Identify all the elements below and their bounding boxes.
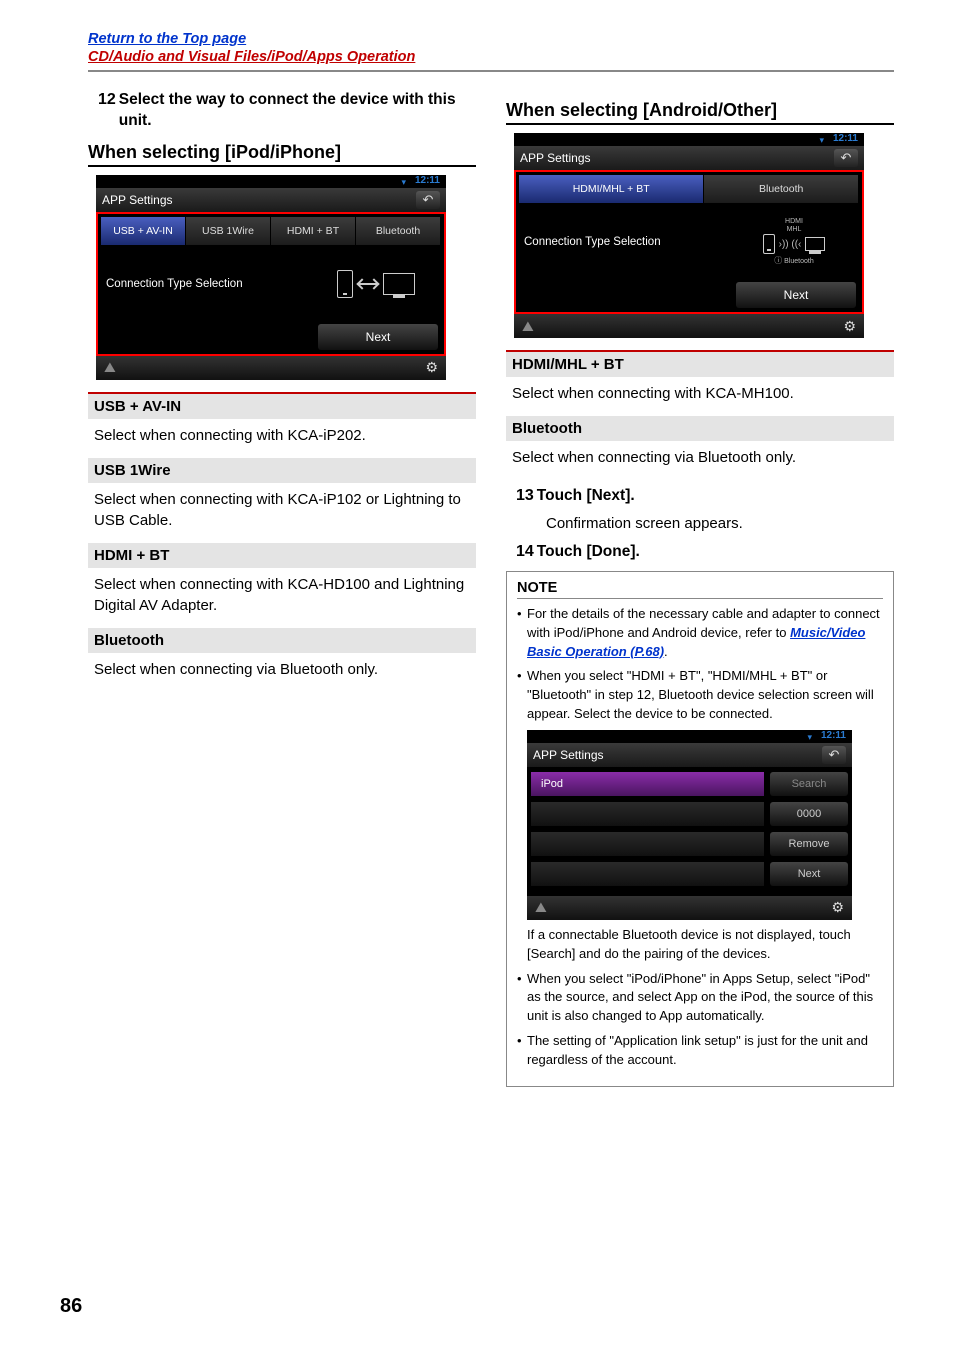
wifi-icon: ▾ [401,177,406,188]
back-icon[interactable]: ↶ [822,746,846,764]
tab-bluetooth[interactable]: Bluetooth [704,175,859,203]
param-head-hdmi-mhl-bt: HDMI/MHL + BT [506,350,894,377]
connection-illustration [316,259,436,309]
wifi-icon: ▾ [807,732,812,743]
note-box: NOTE For the details of the necessary ca… [506,571,894,1087]
bluetooth-label: ⓘ Bluetooth [774,255,814,266]
highlight-box: USB + AV-IN USB 1Wire HDMI + BT Bluetoot… [96,212,446,356]
gear-icon[interactable]: ⚙ [831,899,844,916]
phone-icon [337,270,353,298]
param-head-bluetooth-r: Bluetooth [506,416,894,441]
step-12-text: Select the way to connect the device wit… [119,90,476,132]
device-screenshot-bt-select: ▾ 12:11 APP Settings ↶ iPod Search [527,730,852,920]
wifi-icon: ▾ [819,135,824,146]
nav-icon[interactable]: ⛰ [535,899,547,916]
param-head-bluetooth: Bluetooth [88,628,476,653]
return-top-link[interactable]: Return to the Top page [88,31,246,47]
note-item-2-sub: If a connectable Bluetooth device is not… [517,926,883,964]
note-item-4: The setting of "Application link setup" … [517,1032,883,1070]
next-button[interactable]: Next [770,862,848,886]
connection-illustration: HDMI MHL ›)) ((‹ ⓘ Bluetooth [734,217,854,267]
list-item[interactable] [531,802,764,826]
back-icon[interactable]: ↶ [834,149,858,167]
gear-icon[interactable]: ⚙ [425,359,438,376]
breadcrumb: CD/Audio and Visual Files/iPod/Apps Oper… [88,49,415,65]
device-screenshot-ipod: ▾ 12:11 APP Settings ↶ USB + AV-IN USB 1… [96,175,446,380]
step-12-number: 12 [98,90,116,109]
step-13-text: Touch [Next]. [537,486,894,507]
tab-hdmi-bt[interactable]: HDMI + BT [271,217,356,245]
next-button[interactable]: Next [318,324,438,350]
note-item-3: When you select "iPod/iPhone" in Apps Se… [517,970,883,1027]
monitor-icon [805,237,825,251]
subheading-android-other: When selecting [Android/Other] [506,100,894,125]
arrow-icon [359,283,377,285]
note-item-1: For the details of the necessary cable a… [517,605,883,662]
param-body-bluetooth-r: Select when connecting via Bluetooth onl… [506,441,894,472]
step-13-desc: Confirmation screen appears. [546,515,894,532]
subheading-ipod-iphone: When selecting [iPod/iPhone] [88,142,476,167]
next-button[interactable]: Next [736,282,856,308]
device-screenshot-android: ▾ 12:11 APP Settings ↶ HDMI/MHL + BT Blu… [514,133,864,338]
param-body-hdmi-bt: Select when connecting with KCA-HD100 an… [88,568,476,620]
connection-type-label: Connection Type Selection [524,236,734,248]
device-title: APP Settings [520,151,591,165]
monitor-icon [383,273,415,295]
tab-bluetooth[interactable]: Bluetooth [356,217,441,245]
device-time: 12:11 [833,133,858,144]
back-icon[interactable]: ↶ [416,191,440,209]
note-item-2: When you select "HDMI + BT", "HDMI/MHL +… [517,667,883,724]
param-body-hdmi-mhl-bt: Select when connecting with KCA-MH100. [506,377,894,408]
signal-icon: ›)) ((‹ [779,239,802,250]
param-head-usb-1wire: USB 1Wire [88,458,476,483]
header-divider [88,70,894,72]
list-item[interactable] [531,832,764,856]
pin-button[interactable]: 0000 [770,802,848,826]
list-item[interactable] [531,862,764,886]
highlight-box: HDMI/MHL + BT Bluetooth Connection Type … [514,170,864,314]
param-body-usb-avin: Select when connecting with KCA-iP202. [88,419,476,450]
nav-icon[interactable]: ⛰ [522,318,534,335]
device-time: 12:11 [415,175,440,186]
phone-icon [763,234,775,254]
search-button[interactable]: Search [770,772,848,796]
tab-hdmi-mhl-bt[interactable]: HDMI/MHL + BT [519,175,704,203]
device-time: 12:11 [821,730,846,741]
mhl-label: MHL [787,226,802,233]
step-13-number: 13 [516,486,534,505]
param-body-usb-1wire: Select when connecting with KCA-iP102 or… [88,483,476,535]
list-item-ipod[interactable]: iPod [531,772,764,796]
connection-type-label: Connection Type Selection [106,278,316,290]
param-head-hdmi-bt: HDMI + BT [88,543,476,568]
step-14-number: 14 [516,542,534,561]
nav-icon[interactable]: ⛰ [104,359,116,376]
param-head-usb-avin: USB + AV-IN [88,392,476,419]
tab-usb-avin[interactable]: USB + AV-IN [101,217,186,245]
tab-usb-1wire[interactable]: USB 1Wire [186,217,271,245]
param-body-bluetooth: Select when connecting via Bluetooth onl… [88,653,476,684]
step-14-text: Touch [Done]. [537,542,894,563]
device-title: APP Settings [102,193,173,207]
page-number: 86 [60,1295,82,1318]
remove-button[interactable]: Remove [770,832,848,856]
gear-icon[interactable]: ⚙ [843,318,856,335]
note-heading: NOTE [517,580,883,599]
device-title: APP Settings [533,748,604,762]
hdmi-label: HDMI [785,218,803,225]
